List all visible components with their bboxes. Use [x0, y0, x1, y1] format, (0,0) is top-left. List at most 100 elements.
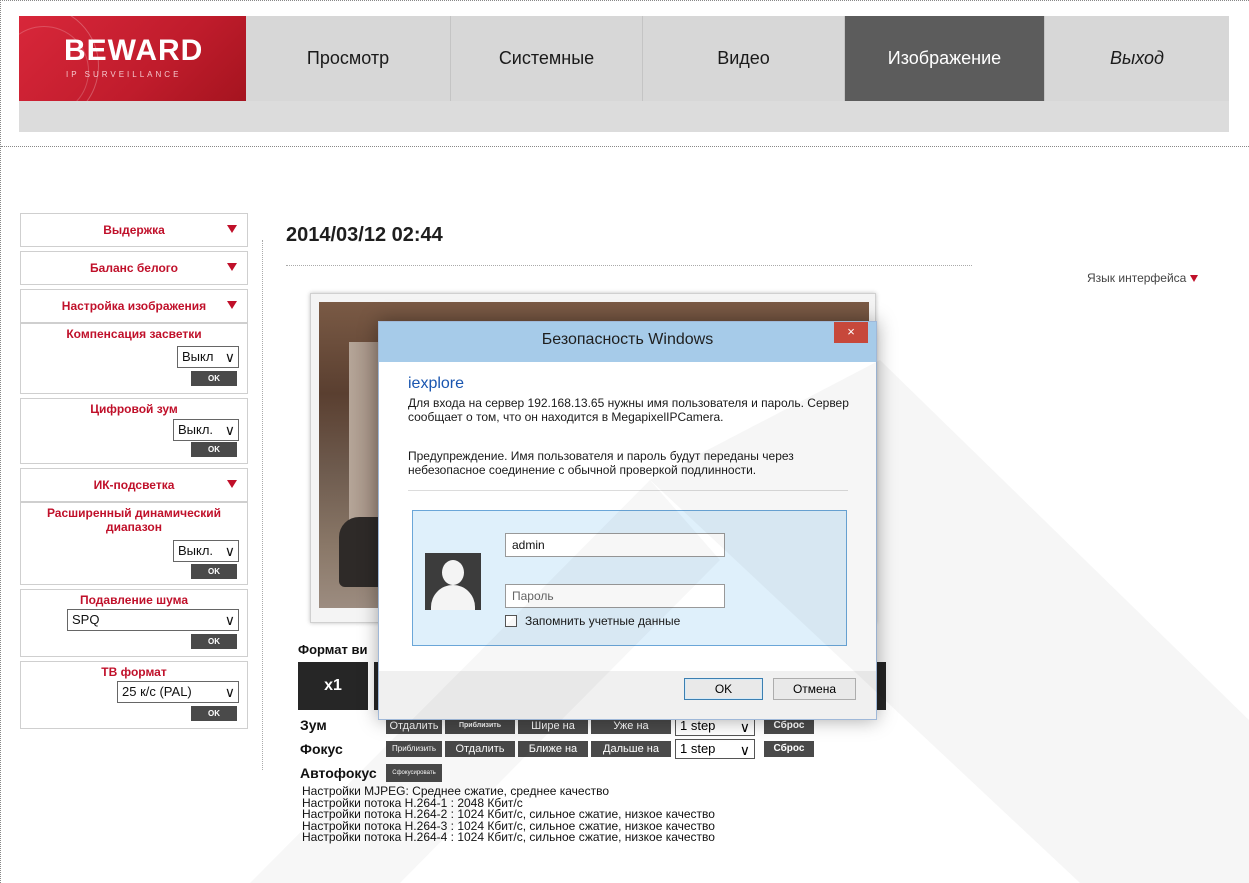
- avatar-head: [442, 560, 464, 585]
- format-label: Формат ви: [298, 642, 368, 657]
- datetime-display: 2014/03/12 02:44: [286, 224, 443, 246]
- chevron-down-icon: ∨: [224, 349, 235, 365]
- noise-value: SPQ: [72, 612, 100, 627]
- triangle-down-icon: [1190, 275, 1199, 283]
- tv-format-ok-button[interactable]: OK: [191, 706, 237, 721]
- username-field[interactable]: admin: [505, 533, 725, 557]
- wdr-panel: Расширенный динамический диапазон Выкл. …: [20, 502, 248, 585]
- close-icon: ×: [847, 324, 855, 339]
- sidebar-item-label: Настройка изображения: [61, 299, 207, 313]
- sidebar-item-label: ИК-подсветка: [93, 478, 175, 492]
- cancel-button[interactable]: Отмена: [773, 678, 856, 700]
- zoom-step-value: 1 step: [680, 718, 716, 733]
- logo-brand: BEWARD: [64, 34, 204, 67]
- sidebar-item-label: Баланс белого: [90, 261, 178, 275]
- backlight-select[interactable]: Выкл ∨: [177, 346, 239, 368]
- zoom-in-button[interactable]: Приблизить: [445, 718, 515, 734]
- checkbox-icon: [505, 615, 517, 627]
- focus-reset-button[interactable]: Сброс: [764, 741, 814, 757]
- focus-label: Фокус: [300, 741, 343, 757]
- noise-panel: Подавление шума SPQ ∨ OK: [20, 589, 248, 657]
- digital-zoom-panel: Цифровой зум Выкл. ∨ OK: [20, 398, 248, 464]
- nav-item-view[interactable]: Просмотр: [246, 16, 451, 101]
- stream-settings-info: Настройки MJPEG: Среднее сжатие, среднее…: [302, 785, 715, 844]
- noise-ok-button[interactable]: OK: [191, 634, 237, 649]
- dialog-app-name: iexplore: [408, 375, 465, 392]
- sidebar-item-ir[interactable]: ИК-подсветка: [20, 468, 248, 502]
- password-field[interactable]: Пароль: [505, 584, 725, 608]
- format-button-last[interactable]: [876, 662, 886, 710]
- focus-step-value: 1 step: [680, 741, 716, 756]
- backlight-panel: Компенсация засветки Выкл ∨ OK: [20, 323, 248, 394]
- dialog-message: Для входа на сервер 192.168.13.65 нужны …: [408, 396, 849, 424]
- chevron-down-icon: ∨: [224, 543, 235, 559]
- focus-closer-button[interactable]: Ближе на: [518, 741, 588, 757]
- nav-item-exit[interactable]: Выход: [1045, 16, 1229, 101]
- language-label: Язык интерфейса: [1087, 271, 1187, 285]
- dialog-warning: Предупреждение. Имя пользователя и парол…: [408, 449, 794, 477]
- nav-item-video[interactable]: Видео: [643, 16, 845, 101]
- focus-far-button[interactable]: Отдалить: [445, 741, 515, 757]
- dialog-title: Безопасность Windows: [541, 331, 714, 348]
- triangle-down-icon: [227, 301, 237, 309]
- triangle-down-icon: [227, 225, 237, 233]
- focus-step-select[interactable]: 1 step ∨: [675, 739, 755, 759]
- format-x1-button[interactable]: x1: [298, 662, 368, 710]
- remember-label: Запомнить учетные данные: [525, 614, 681, 628]
- zoom-narrow-button[interactable]: Уже на: [591, 718, 671, 734]
- chevron-down-icon: ∨: [739, 742, 750, 758]
- sidebar-item-label: Выдержка: [103, 223, 165, 237]
- backlight-ok-button[interactable]: OK: [191, 371, 237, 386]
- noise-select[interactable]: SPQ ∨: [67, 609, 239, 631]
- focus-further-button[interactable]: Дальше на: [591, 741, 671, 757]
- chevron-down-icon: ∨: [224, 422, 235, 438]
- nav-item-image[interactable]: Изображение: [845, 16, 1045, 101]
- avatar-body: [431, 585, 475, 610]
- info-line: Настройки потока H.264-4 : 1024 Кбит/с, …: [302, 830, 715, 844]
- wdr-title: Расширенный динамический диапазон: [46, 506, 222, 534]
- vertical-divider: [262, 240, 263, 770]
- zoom-wide-button[interactable]: Шире на: [518, 718, 588, 734]
- dialog-titlebar: Безопасность Windows ×: [379, 322, 876, 362]
- triangle-down-icon: [227, 263, 237, 271]
- chevron-down-icon: ∨: [224, 612, 235, 628]
- close-button[interactable]: ×: [834, 322, 868, 343]
- horizontal-divider: [286, 265, 972, 266]
- sidebar-item-image-settings[interactable]: Настройка изображения: [20, 289, 248, 323]
- wdr-value: Выкл.: [178, 543, 214, 558]
- zoom-label: Зум: [300, 717, 327, 733]
- digital-zoom-value: Выкл.: [178, 422, 214, 437]
- tv-format-panel: ТВ формат 25 к/с (PAL) ∨ OK: [20, 661, 248, 729]
- chevron-down-icon: ∨: [224, 684, 235, 700]
- dialog-separator: [408, 490, 848, 491]
- dialog-body: iexplore Для входа на сервер 192.168.13.…: [379, 362, 876, 671]
- backlight-value: Выкл: [182, 349, 214, 364]
- logo-subtitle: IP SURVEILLANCE: [66, 70, 182, 79]
- main-nav: Просмотр Системные Видео Изображение Вых…: [246, 16, 1229, 101]
- sidebar: Выдержка Баланс белого Настройка изображ…: [20, 213, 248, 733]
- windows-security-dialog: Безопасность Windows × iexplore Для вход…: [378, 321, 877, 720]
- remember-checkbox[interactable]: Запомнить учетные данные: [505, 614, 680, 628]
- wdr-ok-button[interactable]: OK: [191, 564, 237, 579]
- noise-title: Подавление шума: [80, 593, 188, 607]
- wdr-select[interactable]: Выкл. ∨: [173, 540, 239, 562]
- user-avatar-icon: [425, 553, 481, 610]
- chevron-down-icon: ∨: [739, 719, 750, 735]
- autofocus-label: Автофокус: [300, 765, 377, 781]
- ok-button[interactable]: OK: [684, 678, 763, 700]
- focus-near-button[interactable]: Приблизить: [386, 741, 442, 757]
- sidebar-item-exposure[interactable]: Выдержка: [20, 213, 248, 247]
- zoom-out-button[interactable]: Отдалить: [386, 718, 442, 734]
- tv-format-select[interactable]: 25 к/с (PAL) ∨: [117, 681, 239, 703]
- zoom-reset-button[interactable]: Сброс: [764, 718, 814, 734]
- digital-zoom-ok-button[interactable]: OK: [191, 442, 237, 457]
- digital-zoom-select[interactable]: Выкл. ∨: [173, 419, 239, 441]
- nav-item-system[interactable]: Системные: [451, 16, 643, 101]
- autofocus-button[interactable]: Сфокусировать: [386, 764, 442, 782]
- language-selector[interactable]: Язык интерфейса: [1087, 271, 1199, 285]
- triangle-down-icon: [227, 480, 237, 488]
- backlight-title: Компенсация засветки: [66, 327, 202, 341]
- credential-tile[interactable]: admin Пароль Запомнить учетные данные: [412, 510, 847, 646]
- sidebar-item-white-balance[interactable]: Баланс белого: [20, 251, 248, 285]
- beward-logo[interactable]: BEWARD IP SURVEILLANCE: [19, 16, 246, 101]
